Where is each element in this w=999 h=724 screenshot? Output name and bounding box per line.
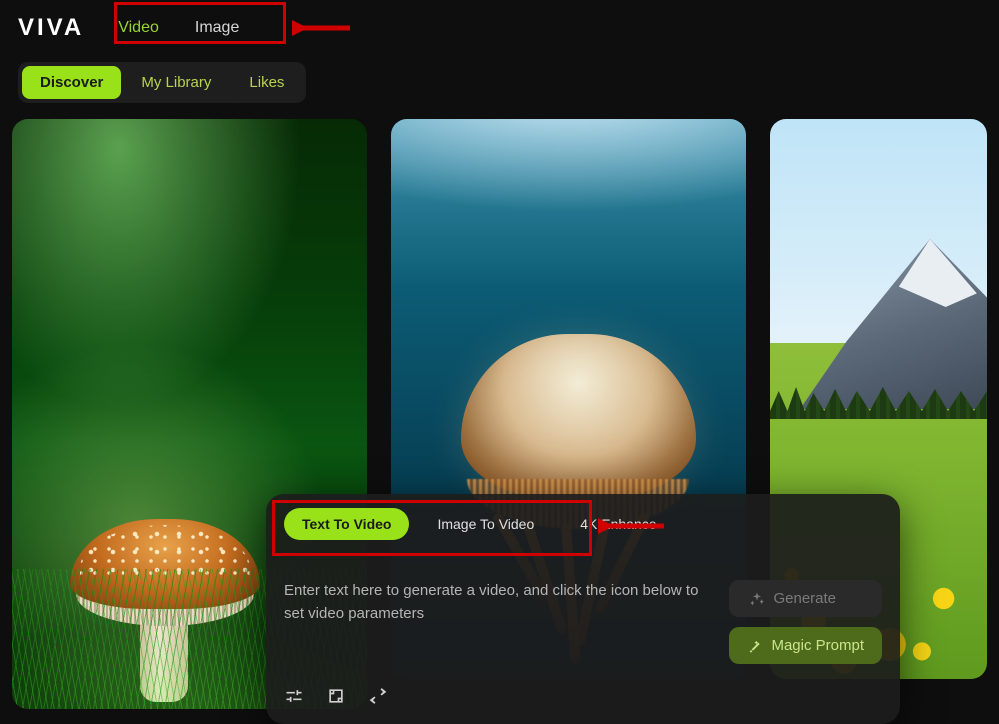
sub-tabs: Discover My Library Likes xyxy=(0,50,999,119)
mode-text-to-video[interactable]: Text To Video xyxy=(284,508,409,540)
mountain xyxy=(800,239,987,409)
magic-prompt-button[interactable]: Magic Prompt xyxy=(729,627,882,664)
tab-my-library[interactable]: My Library xyxy=(123,66,229,99)
mode-image-to-video[interactable]: Image To Video xyxy=(419,508,552,540)
magic-label: Magic Prompt xyxy=(771,637,864,654)
generate-button[interactable]: Generate xyxy=(729,580,882,617)
mode-4k-enhance[interactable]: 4K Enhance xyxy=(562,508,674,540)
generate-label: Generate xyxy=(773,590,836,607)
sparkle-icon xyxy=(749,591,765,607)
mode-tabs: Text To Video Image To Video 4K Enhance xyxy=(284,508,882,540)
tab-likes[interactable]: Likes xyxy=(231,66,302,99)
side-buttons: Generate Magic Prompt xyxy=(729,580,882,664)
nav-image[interactable]: Image xyxy=(195,19,239,37)
nav-video[interactable]: Video xyxy=(118,19,159,37)
prompt-panel: Text To Video Image To Video 4K Enhance … xyxy=(266,494,900,724)
wand-icon xyxy=(747,638,763,654)
tab-discover[interactable]: Discover xyxy=(22,66,121,99)
jellyfish-bell xyxy=(461,334,696,499)
swap-icon[interactable] xyxy=(368,686,388,706)
tool-icons xyxy=(284,686,882,706)
prompt-input[interactable]: Enter text here to generate a video, and… xyxy=(284,580,711,625)
prompt-row: Enter text here to generate a video, and… xyxy=(284,580,882,664)
aspect-ratio-icon[interactable] xyxy=(326,686,346,706)
settings-sliders-icon[interactable] xyxy=(284,686,304,706)
brand-logo: VIVA xyxy=(18,14,84,42)
header: VIVA Video Image xyxy=(0,0,999,50)
sub-tabs-wrap: Discover My Library Likes xyxy=(18,62,306,103)
top-nav: Video Image xyxy=(118,19,239,37)
